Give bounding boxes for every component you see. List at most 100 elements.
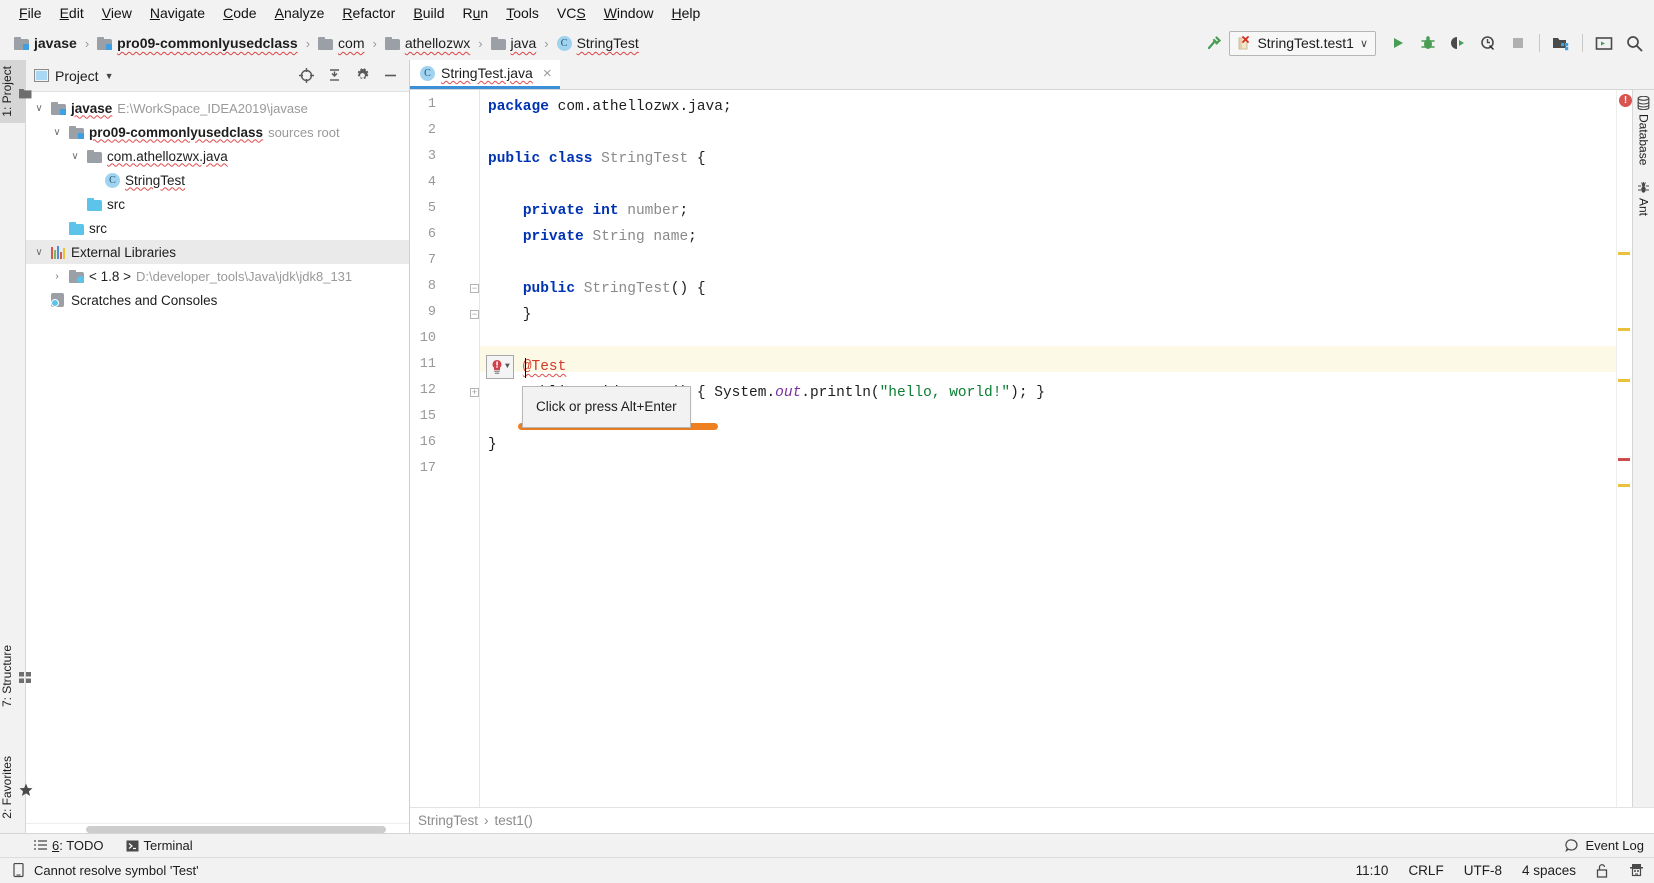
chevron-down-icon[interactable]: ∨ [1360, 37, 1368, 50]
close-icon[interactable]: × [543, 65, 552, 82]
tree-item-com-athellozwx-java[interactable]: ∨ com.athellozwx.java [26, 144, 409, 168]
file-encoding[interactable]: UTF-8 [1464, 863, 1502, 878]
menu-item-window[interactable]: Window [595, 3, 663, 23]
tree-item--1-8-[interactable]: › < 1.8 > D:\developer_tools\Java\jdk\jdk8… [26, 264, 409, 288]
profile-button[interactable] [1474, 30, 1502, 56]
right-tool-window-bar: Database Ant [1632, 90, 1654, 807]
bottom-item-todo[interactable]: 6: TODO [34, 838, 104, 853]
stop-button[interactable] [1504, 30, 1532, 56]
error-stripe-marker-panel[interactable]: ! [1616, 90, 1632, 807]
project-tree[interactable]: ∨ javase E:\WorkSpace_IDEA2019\javase ∨ pro0… [26, 92, 409, 823]
tree-item-javase[interactable]: ∨ javase E:\WorkSpace_IDEA2019\javase [26, 96, 409, 120]
project-tree-hscrollbar[interactable] [26, 823, 409, 833]
project-structure-button[interactable] [1547, 30, 1575, 56]
tab-stringtest-java[interactable]: C StringTest.java × [410, 60, 560, 89]
bottom-item-terminal[interactable]: Terminal [126, 838, 193, 853]
project-window-icon [34, 69, 49, 82]
sidebar-item-structure[interactable]: 7: Structure [0, 639, 31, 713]
editor-tab-label: StringTest.java [441, 65, 533, 81]
code-text-area[interactable]: package com.athellozwx.java; public class… [480, 90, 1616, 807]
code-line-5[interactable]: private int number; [488, 198, 688, 224]
error-icon[interactable]: ! [1619, 94, 1632, 107]
unlocked-icon[interactable] [1596, 863, 1609, 878]
run-configuration-selector[interactable]: StringTest.test1 ∨ [1229, 30, 1376, 56]
menu-item-edit[interactable]: Edit [51, 3, 93, 23]
event-log-button[interactable]: Event Log [1565, 838, 1654, 853]
tree-item-src[interactable]: src [26, 216, 409, 240]
indent-setting[interactable]: 4 spaces [1522, 863, 1576, 878]
menu-item-file[interactable]: File [10, 3, 51, 23]
chevron-down-icon[interactable]: ∨ [68, 151, 82, 162]
sidebar-item-ant[interactable]: Ant [1637, 181, 1651, 216]
menu-item-analyze[interactable]: Analyze [266, 3, 334, 23]
chevron-down-icon[interactable]: ∨ [32, 103, 46, 114]
inspection-icon[interactable] [12, 863, 26, 878]
run-with-coverage-button[interactable] [1444, 30, 1472, 56]
menu-item-build[interactable]: Build [404, 3, 453, 23]
menu-item-view[interactable]: View [93, 3, 141, 23]
breadcrumb-item-pro09-commonlyusedclass[interactable]: pro09-commonlyusedclass [91, 33, 304, 53]
build-hammer-button[interactable] [1199, 30, 1227, 56]
breadcrumb-class[interactable]: StringTest [418, 813, 478, 828]
stripe-marker[interactable] [1618, 252, 1630, 255]
breadcrumb-item-javase[interactable]: javase [8, 33, 83, 53]
hector-icon[interactable] [1629, 863, 1644, 878]
intention-bulb-button[interactable]: ▼ [486, 355, 514, 379]
code-line-8[interactable]: public StringTest() { [488, 276, 706, 302]
breadcrumb-item-com[interactable]: com [312, 33, 370, 53]
crosshair-icon[interactable] [295, 65, 317, 87]
tree-item-src[interactable]: src [26, 192, 409, 216]
collapse-icon[interactable] [323, 65, 345, 87]
code-token: number [627, 203, 680, 219]
code-line-1[interactable]: package com.athellozwx.java; [488, 94, 732, 120]
chevron-down-icon[interactable]: ∨ [50, 127, 64, 138]
menu-item-tools[interactable]: Tools [497, 3, 548, 23]
stripe-marker[interactable] [1618, 484, 1630, 487]
stripe-marker[interactable] [1618, 379, 1630, 382]
minimize-icon[interactable] [379, 65, 401, 87]
tree-item-external-libraries[interactable]: ∨ External Libraries [26, 240, 409, 264]
code-line-6[interactable]: private String name; [488, 224, 697, 250]
menu-item-vcs[interactable]: VCS [548, 3, 595, 23]
tree-item-scratches-and-consoles[interactable]: Scratches and Consoles [26, 288, 409, 312]
sidebar-item-database[interactable]: Database [1637, 96, 1651, 165]
stripe-marker[interactable] [1618, 458, 1630, 461]
sidebar-item-project[interactable]: 1: Project [0, 60, 32, 123]
debug-button[interactable] [1414, 30, 1442, 56]
chevron-down-icon[interactable]: ∨ [32, 247, 46, 258]
editor-gutter[interactable]: 1 2 3 4 5 6 7 8 9 10 11 12 15 16 17− − + [410, 90, 480, 807]
code-line-9[interactable]: } [488, 302, 532, 328]
code-line-3[interactable]: public class StringTest { [488, 146, 706, 172]
code-line-16[interactable]: } [488, 432, 497, 458]
jdk-icon [69, 269, 84, 283]
chevron-down-icon[interactable]: ▼ [505, 354, 510, 380]
tree-item-pro09-commonlyusedclass[interactable]: ∨ pro09-commonlyusedclass sources root [26, 120, 409, 144]
breadcrumb-item-athellozwx[interactable]: athellozwx [379, 33, 476, 53]
run-button[interactable] [1384, 30, 1412, 56]
code-token: public [488, 151, 541, 167]
breadcrumb-item-stringtest[interactable]: C StringTest [551, 33, 645, 53]
breadcrumb-item-java[interactable]: java [485, 33, 543, 53]
caret-position[interactable]: 11:10 [1356, 863, 1389, 878]
sidebar-item-favorites[interactable]: 2: Favorites [0, 750, 33, 825]
tree-item-stringtest[interactable]: C StringTest [26, 168, 409, 192]
search-everywhere-button[interactable] [1620, 30, 1648, 56]
gear-icon[interactable] [351, 65, 373, 87]
menu-item-navigate[interactable]: Navigate [141, 3, 214, 23]
menu-item-refactor[interactable]: Refactor [333, 3, 404, 23]
code-token: int [592, 203, 619, 219]
menu-item-code[interactable]: Code [214, 3, 265, 23]
stripe-marker[interactable] [1618, 328, 1630, 331]
chevron-right-icon[interactable]: › [50, 271, 64, 282]
breadcrumb-member[interactable]: test1() [495, 813, 533, 828]
editor-breadcrumbs[interactable]: StringTest › test1() [410, 807, 1654, 833]
line-separator[interactable]: CRLF [1408, 863, 1443, 878]
event-log-label: Event Log [1585, 838, 1644, 853]
chevron-down-icon[interactable]: ▼ [105, 71, 114, 81]
terminal-button[interactable] [1590, 30, 1618, 56]
menu-item-help[interactable]: Help [663, 3, 710, 23]
tree-item-detail: E:\WorkSpace_IDEA2019\javase [117, 100, 308, 116]
left-tool-window-bar: 1: Project 7: Structure 2: Favorites [0, 60, 33, 833]
menu-item-run[interactable]: Run [453, 3, 497, 23]
